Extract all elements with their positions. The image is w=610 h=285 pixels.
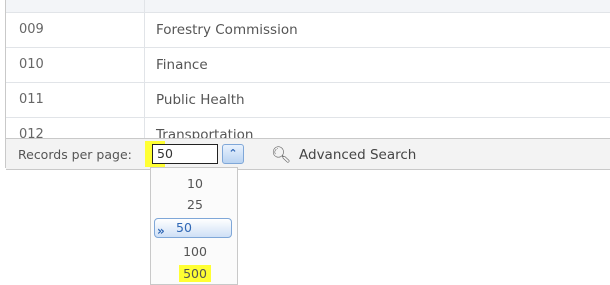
- row-name: Public Health: [156, 92, 245, 108]
- column-divider: [144, 0, 145, 12]
- option-label: 100: [183, 244, 207, 259]
- table-row[interactable]: 009 Forestry Commission: [6, 13, 610, 48]
- row-name: Transportation: [156, 127, 254, 138]
- column-divider: [144, 13, 145, 47]
- search-icon: 🔍︎: [271, 145, 292, 164]
- table-row[interactable]: 011 Public Health: [6, 83, 610, 118]
- row-name: Finance: [156, 57, 208, 73]
- records-grid: 009 Forestry Commission 010 Finance 011 …: [5, 0, 610, 170]
- column-divider: [144, 118, 145, 138]
- dropdown-option-highlighted[interactable]: 500: [151, 263, 239, 285]
- dropdown-option[interactable]: 100: [151, 241, 239, 263]
- row-code: 011: [19, 92, 44, 107]
- row-name: Forestry Commission: [156, 22, 298, 38]
- double-chevron-right-icon: »: [157, 224, 165, 238]
- advanced-search-label: Advanced Search: [299, 147, 417, 163]
- row-code: 010: [19, 57, 44, 72]
- table-header-strip: [6, 0, 610, 13]
- column-divider: [144, 83, 145, 117]
- option-label: 500: [179, 265, 211, 282]
- table-row[interactable]: 010 Finance: [6, 48, 610, 83]
- pager-footer: Records per page: 50 ⌃ 🔍︎ Advanced Searc…: [6, 138, 610, 170]
- option-label: 50: [176, 220, 192, 235]
- dropdown-option[interactable]: 25: [151, 194, 239, 216]
- dropdown-option-selected[interactable]: » 50: [151, 218, 239, 240]
- option-label: 10: [187, 176, 203, 191]
- records-per-page-input[interactable]: 50: [152, 144, 218, 164]
- records-per-page-dropdown[interactable]: 10 25 » 50 100 500: [150, 167, 238, 285]
- column-divider: [144, 48, 145, 82]
- option-label: 25: [187, 197, 203, 212]
- row-code: 012: [19, 127, 44, 138]
- chevron-up-icon[interactable]: ⌃: [222, 144, 244, 164]
- selected-option-background: [154, 218, 232, 238]
- table-row[interactable]: 012 Transportation: [6, 118, 610, 138]
- records-per-page-label: Records per page:: [18, 147, 132, 162]
- records-per-page-value: 50: [157, 146, 173, 161]
- row-code: 009: [19, 22, 44, 37]
- dropdown-option[interactable]: 10: [151, 173, 239, 195]
